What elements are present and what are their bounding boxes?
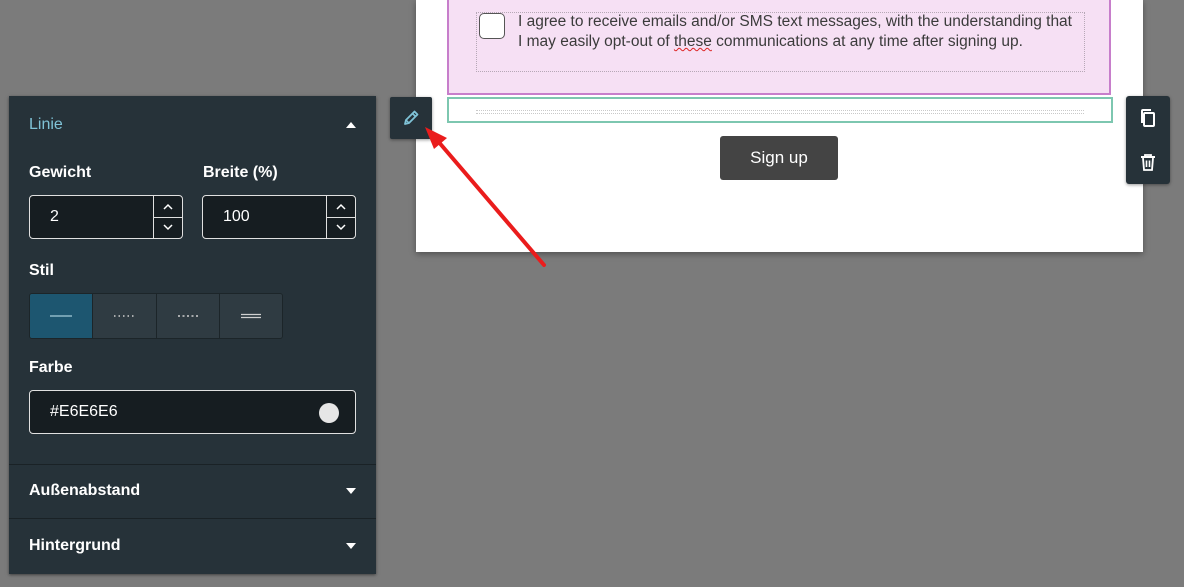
width-spinner — [326, 196, 355, 238]
consent-text-part-2: communications at any time after signing… — [711, 33, 1023, 50]
weight-value: 2 — [50, 208, 59, 225]
chevron-down-icon — [163, 224, 173, 231]
weight-decrement-button[interactable] — [154, 217, 182, 238]
chevron-up-icon — [163, 203, 173, 210]
color-swatch[interactable] — [319, 403, 339, 423]
caret-up-icon — [346, 122, 356, 128]
email-canvas: I agree to receive emails and/or SMS tex… — [416, 0, 1143, 252]
section-title-background: Hintergrund — [29, 537, 121, 554]
solid-line-icon — [50, 315, 73, 317]
consent-block[interactable]: I agree to receive emails and/or SMS tex… — [447, 0, 1111, 95]
edit-block-button[interactable] — [390, 97, 432, 139]
style-option-double[interactable] — [219, 294, 282, 338]
color-value: #E6E6E6 — [50, 403, 118, 420]
dashed-line-icon — [177, 315, 198, 317]
double-line-icon — [240, 313, 261, 319]
style-option-solid[interactable] — [30, 294, 94, 338]
divider-block-selected[interactable] — [447, 97, 1113, 123]
section-title-margin: Außenabstand — [29, 482, 141, 499]
chevron-down-icon — [336, 224, 346, 231]
weight-stepper[interactable]: 2 — [29, 195, 183, 239]
delete-block-button[interactable] — [1126, 140, 1170, 184]
weight-increment-button[interactable] — [154, 196, 182, 218]
consent-checkbox[interactable] — [479, 13, 505, 39]
consent-text: I agree to receive emails and/or SMS tex… — [518, 12, 1078, 52]
line-style-selector — [29, 293, 283, 339]
dotted-line-icon — [114, 315, 135, 317]
trash-icon — [1141, 154, 1155, 171]
weight-spinner — [153, 196, 182, 238]
style-option-dashed[interactable] — [156, 294, 220, 338]
consent-text-misspelled-word: these — [673, 33, 712, 50]
pencil-icon — [404, 110, 419, 125]
copy-icon — [1141, 109, 1155, 127]
caret-down-icon — [346, 543, 356, 549]
width-label: Breite (%) — [203, 164, 278, 181]
section-header-background[interactable]: Hintergrund — [9, 519, 376, 573]
signup-button[interactable]: Sign up — [720, 136, 838, 180]
width-increment-button[interactable] — [327, 196, 355, 218]
width-value: 100 — [223, 208, 250, 225]
caret-down-icon — [346, 488, 356, 494]
divider-line — [476, 110, 1084, 114]
style-option-dotted[interactable] — [93, 294, 157, 338]
section-header-line[interactable]: Linie — [9, 98, 376, 152]
style-label: Stil — [29, 262, 54, 279]
section-title-line: Linie — [29, 116, 63, 133]
duplicate-block-button[interactable] — [1126, 96, 1170, 140]
color-input[interactable]: #E6E6E6 — [29, 390, 356, 434]
weight-label: Gewicht — [29, 164, 92, 181]
section-header-margin[interactable]: Außenabstand — [9, 464, 376, 518]
block-tools — [1126, 96, 1170, 184]
color-label: Farbe — [29, 359, 73, 376]
width-stepper[interactable]: 100 — [202, 195, 356, 239]
line-properties-panel: Linie Gewicht 2 Breite (%) 100 Stil Farb… — [9, 96, 376, 574]
width-decrement-button[interactable] — [327, 217, 355, 238]
chevron-up-icon — [336, 203, 346, 210]
